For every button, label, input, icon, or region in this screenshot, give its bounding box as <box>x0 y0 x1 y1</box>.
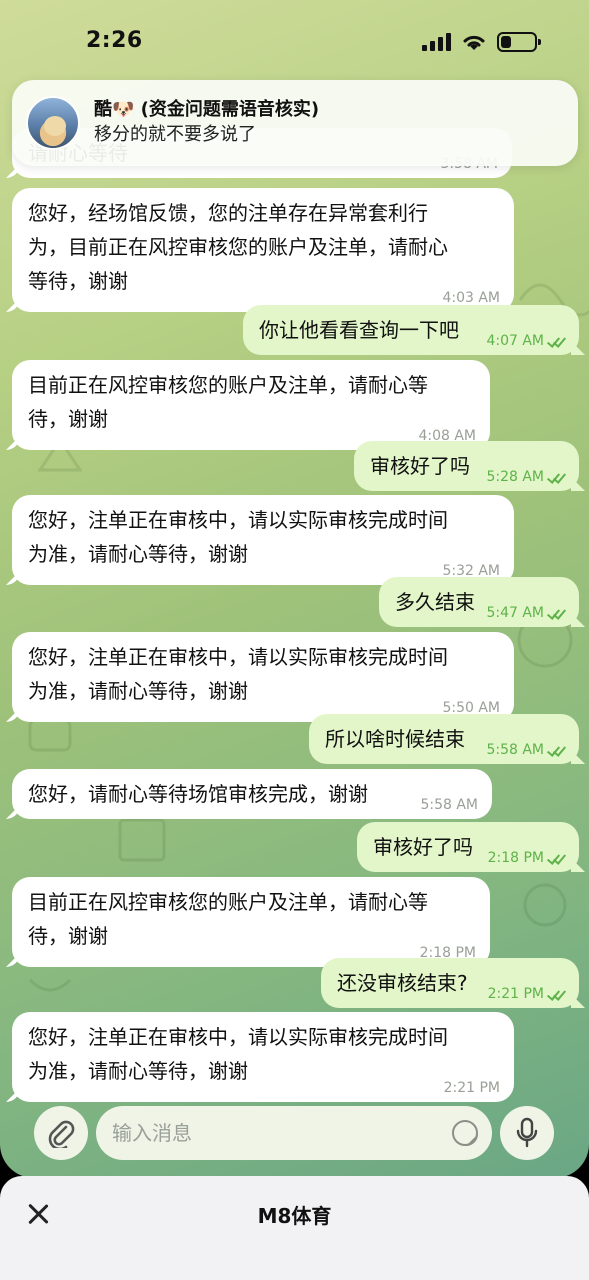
message-time: 4:07 AM <box>486 333 565 349</box>
message-text-line: 您好，注单正在审核中，请以实际审核完成时间 <box>28 508 448 532</box>
double-check-icon <box>547 988 565 1000</box>
sticker-icon[interactable] <box>452 1120 478 1146</box>
message-text-line: 目前正在风控审核您的账户及注单，请耐心等 <box>28 373 428 397</box>
message-text-line: 等待，谢谢 <box>28 269 128 293</box>
message-time: 5:58 AM <box>486 742 565 758</box>
notification-banner[interactable]: 酷🐶 (资金问题需语音核实) 移分的就不要多说了 <box>12 80 578 166</box>
message-time: 5:47 AM <box>486 605 565 621</box>
double-check-icon <box>547 852 565 864</box>
wifi-icon <box>463 35 485 50</box>
bottom-sheet: M8体育 <box>0 1176 589 1280</box>
message-text-line: 为准，请耐心等待，谢谢 <box>28 679 248 703</box>
message-time-text: 5:47 AM <box>486 605 544 621</box>
attach-button[interactable] <box>34 1106 88 1160</box>
message-time-text: 2:21 PM <box>487 986 544 1002</box>
message-time: 2:18 PM <box>488 850 565 866</box>
message-time: 5:58 AM <box>420 797 478 813</box>
microphone-icon <box>516 1117 538 1148</box>
message-time: 2:21 PM <box>444 1080 500 1096</box>
message-text-line: 您好，注单正在审核中，请以实际审核完成时间 <box>28 645 448 669</box>
message-time-text: 5:28 AM <box>486 469 544 485</box>
message-input-field[interactable] <box>96 1106 492 1160</box>
notification-title: 酷🐶 (资金问题需语音核实) <box>94 99 320 120</box>
sheet-title: M8体育 <box>257 1204 332 1228</box>
message-text-line: 为准，请耐心等待，谢谢 <box>28 1059 248 1083</box>
message-time-text: 5:58 AM <box>486 742 544 758</box>
notification-text: 酷🐶 (资金问题需语音核实) 移分的就不要多说了 <box>94 98 319 148</box>
message-time-text: 2:21 PM <box>443 1080 500 1096</box>
paperclip-icon <box>48 1120 75 1148</box>
message-text-line: 为，目前正在风控审核您的账户及注单，请耐心 <box>28 235 448 259</box>
message-time-text: 4:07 AM <box>486 333 544 349</box>
incoming-message[interactable]: 您好，请耐心等待场馆审核完成，谢谢 5:58 AM <box>12 769 492 819</box>
chat-background: 2:26 请耐心等待3:58 AM您好，经场馆反馈，您的注单存在异常套利行为，目… <box>0 0 589 1178</box>
message-time: 5:28 AM <box>486 469 565 485</box>
incoming-message[interactable]: 您好，经场馆反馈，您的注单存在异常套利行 为，目前正在风控审核您的账户及注单，请耐… <box>12 188 514 312</box>
message-text-line: 您好，请耐心等待场馆审核完成，谢谢 <box>28 782 368 806</box>
outgoing-message[interactable]: 多久结束 5:47 AM <box>379 577 579 627</box>
message-time-text: 5:58 AM <box>420 797 478 813</box>
notification-body: 移分的就不要多说了 <box>94 124 256 145</box>
double-check-icon <box>547 335 565 347</box>
double-check-icon <box>547 471 565 483</box>
outgoing-message[interactable]: 你让他看看查询一下吧 4:07 AM <box>243 305 579 355</box>
battery-icon <box>497 32 541 52</box>
message-input[interactable] <box>112 1121 432 1145</box>
status-icons <box>422 32 541 52</box>
message-time-text: 2:18 PM <box>487 850 544 866</box>
message-time: 2:21 PM <box>488 986 565 1002</box>
double-check-icon <box>547 744 565 756</box>
outgoing-message[interactable]: 所以啥时候结束 5:58 AM <box>309 714 579 764</box>
avatar <box>26 96 80 150</box>
status-time: 2:26 <box>86 28 143 53</box>
double-check-icon <box>547 607 565 619</box>
incoming-message[interactable]: 目前正在风控审核您的账户及注单，请耐心等 待，谢谢 2:18 PM <box>12 877 490 967</box>
incoming-message[interactable]: 您好，注单正在审核中，请以实际审核完成时间 为准，请耐心等待，谢谢 5:32 AM <box>12 495 514 585</box>
message-text-line: 目前正在风控审核您的账户及注单，请耐心等 <box>28 890 428 914</box>
incoming-message[interactable]: 目前正在风控审核您的账户及注单，请耐心等 待，谢谢 4:08 AM <box>12 360 490 450</box>
message-text-line: 待，谢谢 <box>28 407 108 431</box>
outgoing-message[interactable]: 审核好了吗 5:28 AM <box>354 441 579 491</box>
outgoing-message[interactable]: 审核好了吗 2:18 PM <box>357 822 579 872</box>
message-time: 4:03 AM <box>442 290 500 306</box>
message-text-line: 待，谢谢 <box>28 924 108 948</box>
cellular-signal-icon <box>422 33 451 51</box>
message-time-text: 4:03 AM <box>442 290 500 306</box>
message-text-line: 为准，请耐心等待，谢谢 <box>28 542 248 566</box>
incoming-message[interactable]: 您好，注单正在审核中，请以实际审核完成时间 为准，请耐心等待，谢谢 2:21 PM <box>12 1012 514 1102</box>
message-text-line: 您好，注单正在审核中，请以实际审核完成时间 <box>28 1025 448 1049</box>
outgoing-message[interactable]: 还没审核结束? 2:21 PM <box>321 958 579 1008</box>
incoming-message[interactable]: 您好，注单正在审核中，请以实际审核完成时间 为准，请耐心等待，谢谢 5:50 AM <box>12 632 514 722</box>
microphone-button[interactable] <box>500 1106 554 1160</box>
message-text-line: 您好，经场馆反馈，您的注单存在异常套利行 <box>28 201 428 225</box>
